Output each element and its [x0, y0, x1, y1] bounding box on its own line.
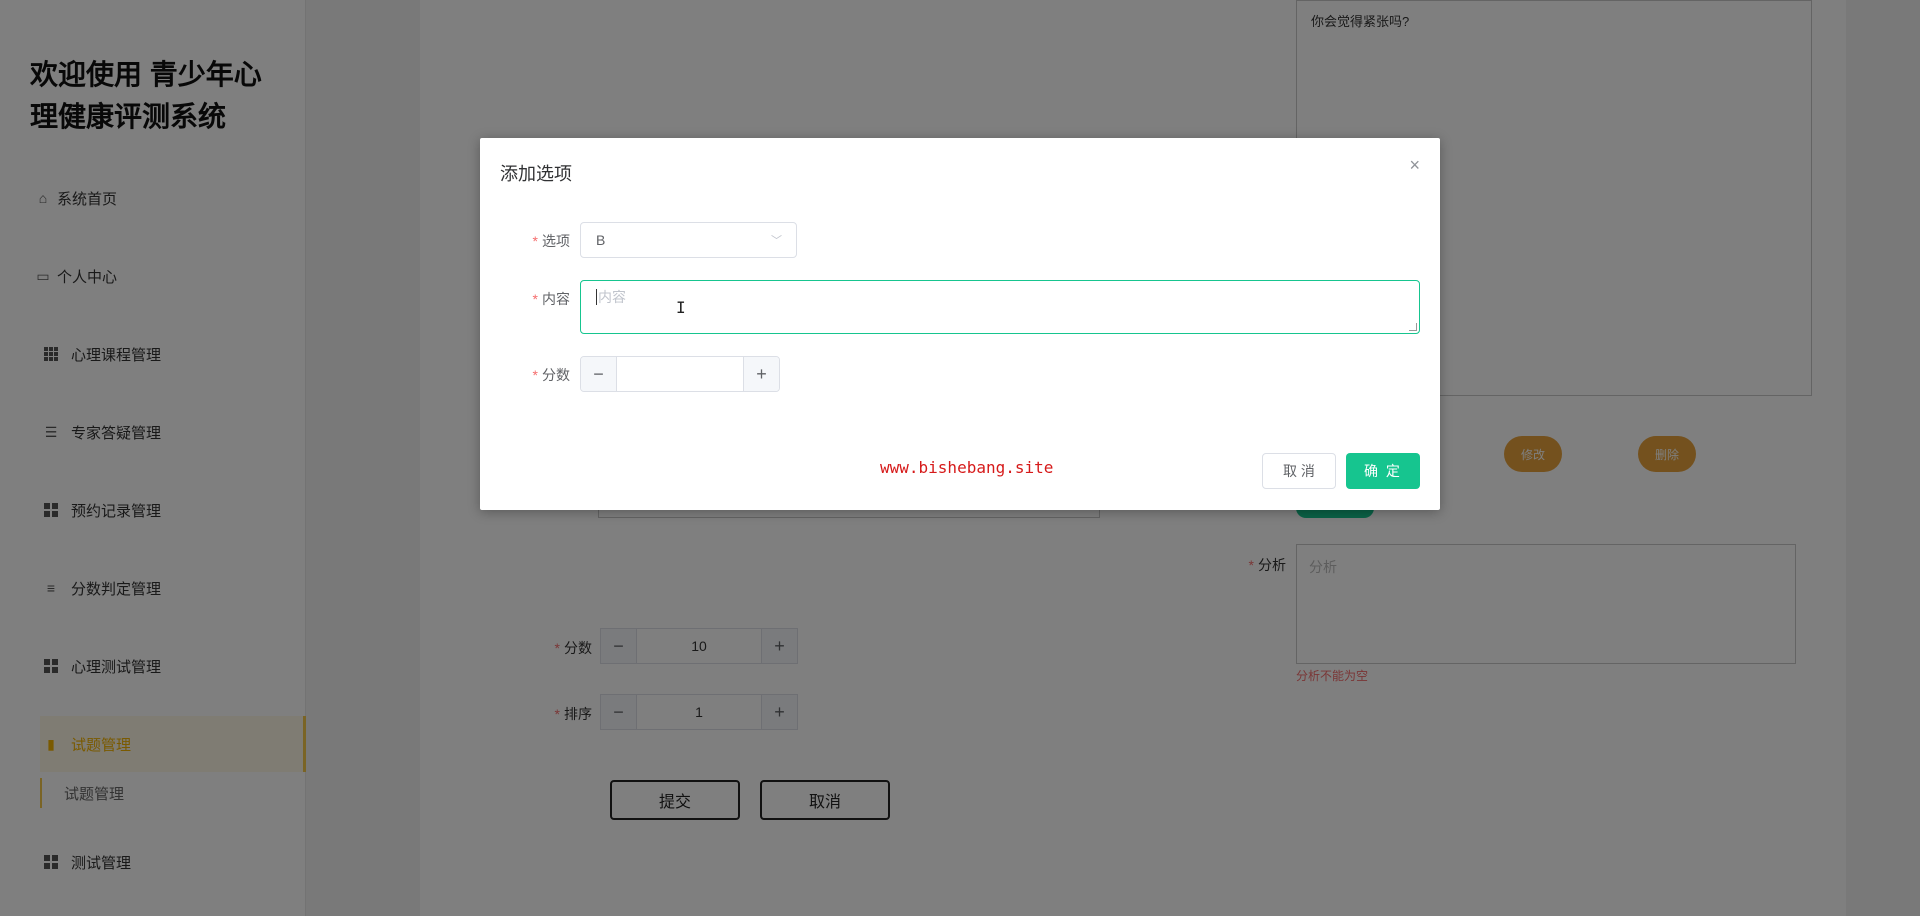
- dialog-cancel-button[interactable]: 取 消: [1262, 453, 1336, 489]
- dialog-title: 添加选项: [500, 164, 572, 184]
- close-icon[interactable]: ×: [1409, 156, 1420, 174]
- content-placeholder: 内容: [598, 289, 626, 305]
- chevron-down-icon: ﹀: [771, 235, 782, 247]
- dialog-confirm-button[interactable]: 确 定: [1346, 453, 1420, 489]
- watermark: www.bishebang.site: [880, 458, 1054, 477]
- score-label: *分数: [532, 367, 570, 383]
- plus-icon[interactable]: +: [743, 357, 779, 391]
- minus-icon[interactable]: −: [581, 357, 617, 391]
- content-textarea[interactable]: 内容: [580, 280, 1420, 334]
- option-select-value: B: [596, 232, 606, 248]
- add-option-dialog: 添加选项 × * 选项 B ﹀ * 内容 内容 * 分数 − + www.bisheb…: [480, 138, 1440, 510]
- resize-handle[interactable]: [1409, 323, 1417, 331]
- text-caret: [596, 289, 597, 305]
- option-select[interactable]: B ﹀: [580, 222, 797, 258]
- content-label: * 内容: [532, 291, 570, 307]
- option-label: * 选项: [532, 233, 570, 249]
- score-stepper[interactable]: − +: [580, 356, 780, 392]
- text-cursor-icon: I: [676, 298, 686, 317]
